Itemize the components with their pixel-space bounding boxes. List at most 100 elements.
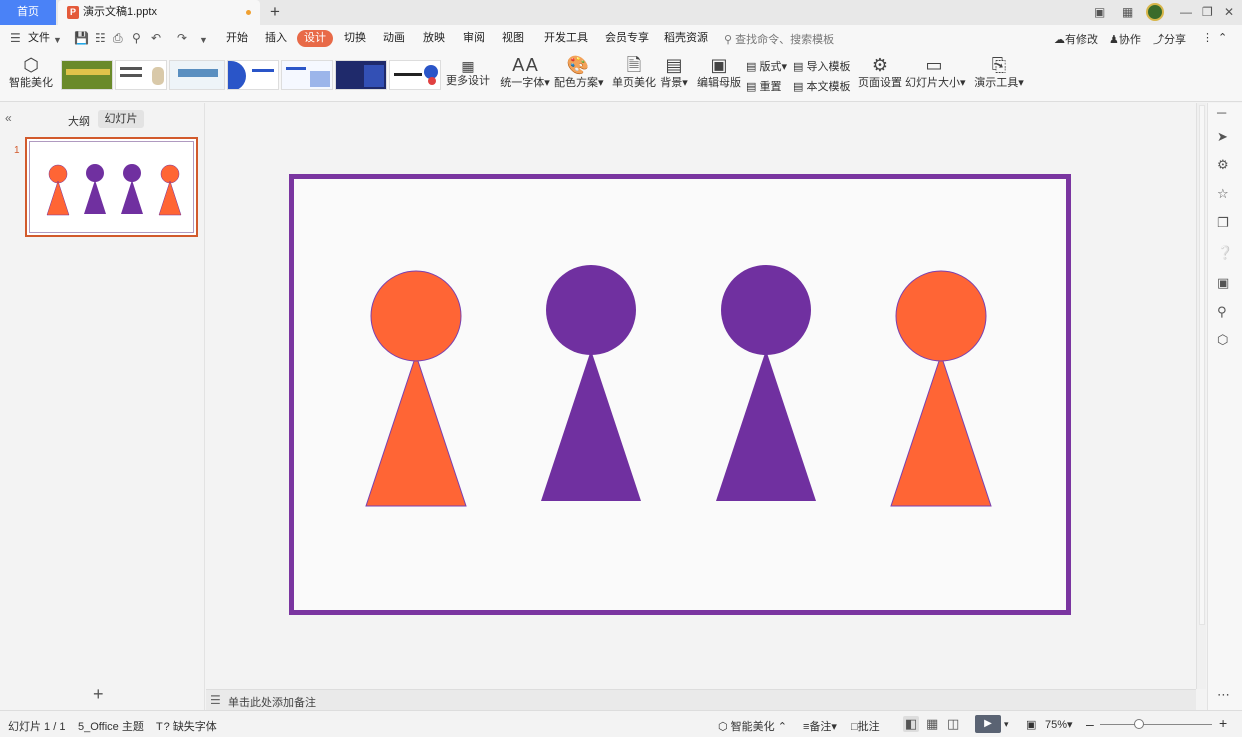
- template-thumb-4[interactable]: [227, 60, 279, 90]
- zoom-out-icon[interactable]: –: [1086, 716, 1094, 732]
- zoom-slider-knob[interactable]: [1134, 719, 1144, 729]
- scrollbar-thumb[interactable]: [1199, 105, 1205, 625]
- template-thumb-5[interactable]: [281, 60, 333, 90]
- preview-icon[interactable]: ⚲: [132, 31, 141, 46]
- slide-sorter-icon[interactable]: ▦: [926, 716, 938, 732]
- piece-1-body[interactable]: [365, 353, 467, 507]
- zoom-slider[interactable]: [1100, 724, 1212, 725]
- notes-bar[interactable]: ☰ 单击此处添加备注: [206, 689, 1196, 710]
- reading-view-icon[interactable]: ◫: [947, 716, 959, 732]
- menu-developer[interactable]: 开发工具: [544, 31, 588, 46]
- color-scheme-button[interactable]: 🎨 配色方案▾: [554, 54, 604, 90]
- piece-2-head[interactable]: [546, 265, 636, 355]
- restore-icon[interactable]: ❐: [1202, 4, 1213, 20]
- fit-window-icon[interactable]: ▣: [1026, 718, 1036, 731]
- tab-outline[interactable]: 大纲: [68, 113, 90, 129]
- piece-3-head[interactable]: [721, 265, 811, 355]
- unify-font-button[interactable]: A A 统一字体▾: [500, 54, 550, 90]
- template-thumb-6[interactable]: [335, 60, 387, 90]
- rocket-icon[interactable]: ➤: [1217, 129, 1228, 145]
- collab-button[interactable]: ♟协作: [1109, 31, 1141, 47]
- settings-sliders-icon[interactable]: ⚙: [1217, 157, 1229, 173]
- reset-button[interactable]: ▤ 重置: [746, 78, 781, 94]
- save-icon[interactable]: 💾: [74, 31, 89, 46]
- play-icon[interactable]: ▶: [975, 715, 1001, 733]
- missing-font-button[interactable]: T ? 缺失字体: [156, 718, 217, 734]
- text-template-button[interactable]: ▤ 本文模板: [793, 78, 850, 94]
- comments-button[interactable]: □批注: [851, 718, 880, 734]
- share-button[interactable]: ⤴分享: [1153, 31, 1186, 47]
- background-button[interactable]: ▤ 背景▾: [660, 54, 688, 90]
- collapse-panel-icon[interactable]: «: [5, 111, 12, 125]
- piece-2-body[interactable]: [541, 350, 641, 501]
- new-tab-button[interactable]: +: [270, 3, 280, 21]
- undo-icon[interactable]: ↶: [151, 31, 161, 46]
- menu-view[interactable]: 视图: [502, 31, 524, 46]
- present-tools-button[interactable]: ⎘ 演示工具▾: [974, 54, 1024, 90]
- more-icon[interactable]: ⋮: [1202, 31, 1213, 44]
- location-icon[interactable]: ⚲: [1217, 304, 1227, 320]
- chevron-down-icon[interactable]: ▼: [53, 33, 62, 48]
- export-pdf-icon[interactable]: ☷: [95, 31, 106, 46]
- slide-size-button[interactable]: ▭ 幻灯片大小▾: [905, 54, 966, 90]
- menu-transition[interactable]: 切换: [344, 31, 366, 46]
- piece-4-head[interactable]: [895, 270, 987, 362]
- command-search[interactable]: ⚲ 查找命令、搜索模板: [724, 31, 834, 47]
- image-icon[interactable]: ▣: [1217, 275, 1229, 291]
- menu-design[interactable]: 设计: [297, 30, 333, 47]
- menu-start[interactable]: 开始: [226, 31, 248, 46]
- slide[interactable]: [289, 174, 1071, 615]
- menu-animation[interactable]: 动画: [383, 31, 405, 46]
- template-thumb-2[interactable]: [115, 60, 167, 90]
- help-icon[interactable]: ❔: [1217, 245, 1233, 261]
- zoom-in-icon[interactable]: +: [1219, 715, 1227, 731]
- more-design-button[interactable]: ▦ 更多设计: [446, 58, 490, 88]
- template-thumb-1[interactable]: [61, 60, 113, 90]
- edit-master-button[interactable]: ▣ 编辑母版: [697, 54, 741, 90]
- tab-home[interactable]: 首页: [0, 0, 56, 25]
- piece-1-head[interactable]: [370, 270, 462, 362]
- piece-3-body[interactable]: [716, 350, 816, 501]
- layout-button[interactable]: ▤ 版式▾: [746, 58, 787, 74]
- add-slide-button[interactable]: +: [93, 685, 104, 703]
- play-options-icon[interactable]: ▾: [1004, 719, 1009, 730]
- page-beautify-button[interactable]: 🗎 单页美化: [612, 54, 656, 90]
- hamburger-icon[interactable]: ☰: [10, 31, 21, 46]
- collapse-ribbon-icon[interactable]: ⌃: [1218, 31, 1227, 44]
- layout-toggle-icon[interactable]: ▣: [1094, 4, 1105, 20]
- more-dots-icon[interactable]: ⋯: [1217, 687, 1230, 703]
- revise-button[interactable]: ☁有修改: [1054, 31, 1098, 47]
- menu-insert[interactable]: 插入: [265, 31, 287, 46]
- tab-slides[interactable]: 幻灯片: [98, 110, 144, 128]
- theme-name[interactable]: 5_Office 主题: [78, 718, 144, 734]
- import-template-button[interactable]: ▤ 导入模板: [793, 58, 850, 74]
- print-icon[interactable]: ⎙: [113, 31, 123, 46]
- apps-grid-icon[interactable]: ▦: [1122, 4, 1133, 20]
- template-thumb-3[interactable]: [169, 60, 225, 90]
- tab-document[interactable]: P 演示文稿1.pptx: [58, 0, 260, 25]
- close-icon[interactable]: ✕: [1224, 4, 1234, 20]
- panel-toggle-icon[interactable]: ─: [1217, 105, 1226, 121]
- smart-beautify-status-button[interactable]: ⬡ 智能美化 ⌃: [718, 718, 787, 734]
- template-thumb-7[interactable]: [389, 60, 441, 90]
- normal-view-icon[interactable]: ◧: [903, 716, 920, 732]
- piece-4-body[interactable]: [890, 353, 992, 507]
- vertical-scrollbar[interactable]: [1196, 103, 1206, 689]
- page-setup-button[interactable]: ⚙ 页面设置: [858, 54, 902, 90]
- notes-toggle-button[interactable]: ≡备注▾: [803, 718, 837, 734]
- star-icon[interactable]: ☆: [1217, 186, 1229, 202]
- box-icon[interactable]: ⬡: [1217, 332, 1228, 348]
- menu-docer[interactable]: 稻壳资源: [664, 31, 708, 46]
- menu-review[interactable]: 审阅: [463, 31, 485, 46]
- smart-beautify-button[interactable]: ⬡ 智能美化: [6, 54, 56, 90]
- minimize-icon[interactable]: —: [1180, 4, 1192, 20]
- avatar[interactable]: [1146, 3, 1164, 21]
- zoom-level[interactable]: 75%▾: [1045, 718, 1073, 731]
- customize-icon[interactable]: ▼: [199, 33, 208, 48]
- redo-icon[interactable]: ↷: [177, 31, 187, 46]
- menu-member[interactable]: 会员专享: [605, 31, 649, 46]
- copy-icon[interactable]: ❐: [1217, 215, 1229, 231]
- menu-slideshow[interactable]: 放映: [423, 31, 445, 46]
- slide-thumbnail[interactable]: [25, 137, 198, 237]
- menu-file[interactable]: 文件: [28, 31, 50, 46]
